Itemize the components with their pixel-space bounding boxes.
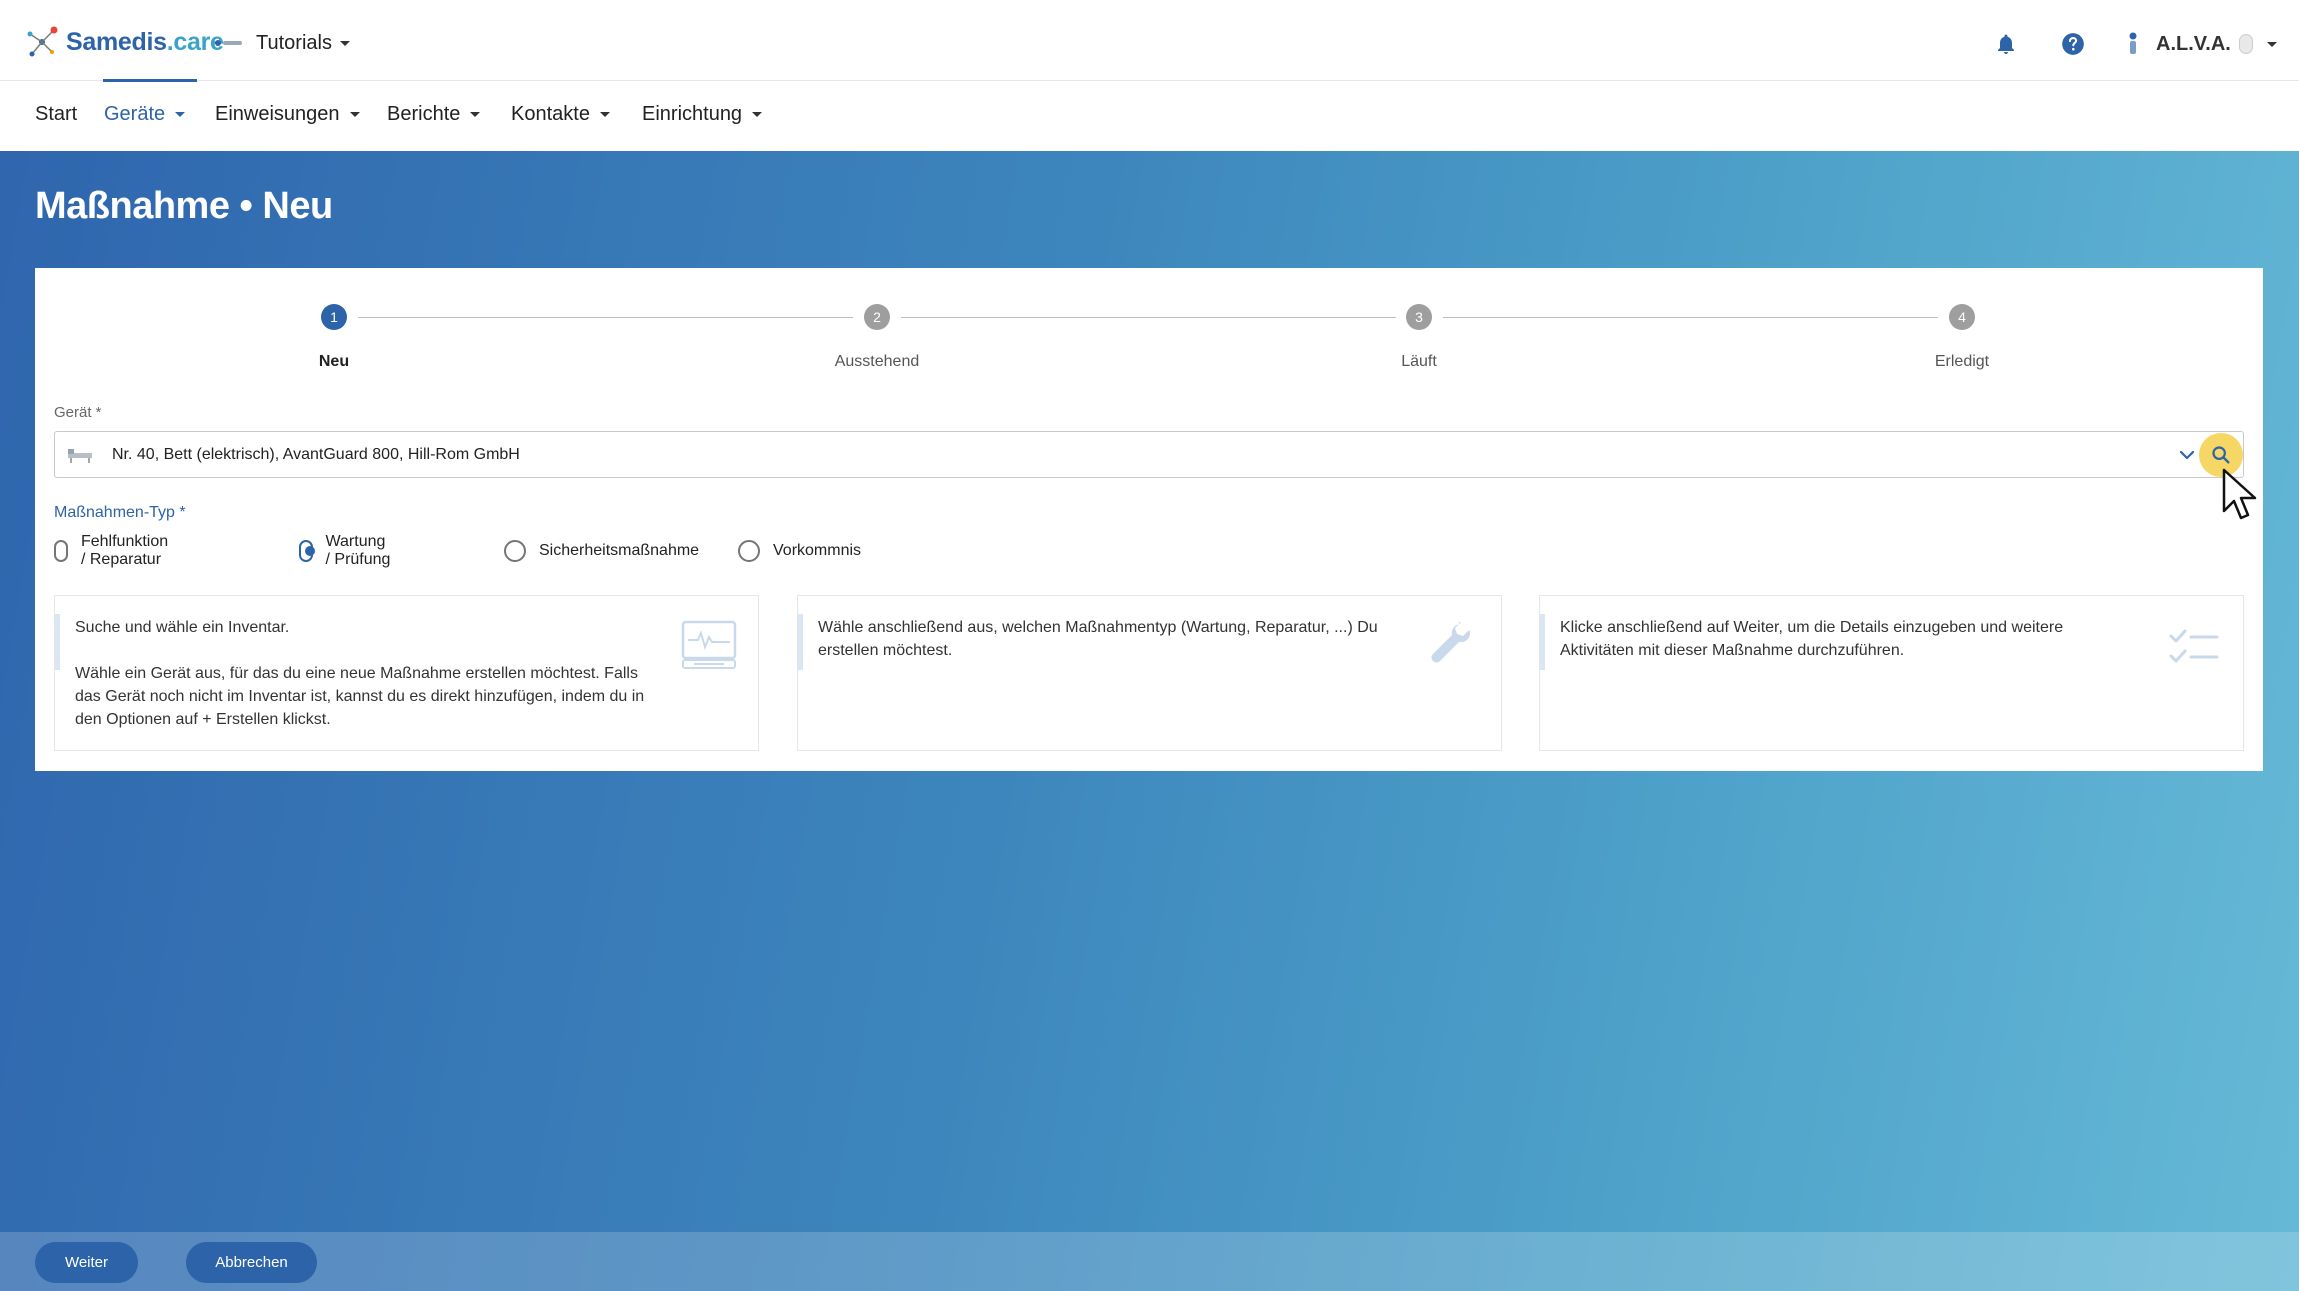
radio-option-vorkommnis[interactable]: Vorkommnis (738, 536, 861, 566)
bell-icon (1998, 34, 2014, 54)
tenant-selector[interactable]: Tutorials (214, 26, 350, 60)
monitor-icon (681, 620, 737, 669)
radio-option-wartung[interactable]: Wartung / Prüfung (299, 533, 394, 568)
device-select[interactable]: Nr. 40, Bett (elektrisch), AvantGuard 80… (54, 431, 2244, 478)
step-number: 4 (1949, 304, 1975, 330)
radio-label: Sicherheitsmaßnahme (539, 542, 700, 559)
info-paragraph: Wähle anschließend aus, welchen Maßnahme… (818, 619, 1378, 659)
chevron-down-icon (175, 112, 186, 117)
info-paragraph: Suche und wähle ein Inventar. (75, 619, 290, 636)
app-logo[interactable]: Samedis.care (24, 22, 224, 62)
info-paragraph: Klicke anschließend auf Weiter, um die D… (1560, 619, 2064, 659)
step-number: 1 (321, 304, 347, 330)
chevron-down-icon (599, 112, 610, 117)
radio-button[interactable] (299, 540, 315, 562)
nav-item-start[interactable]: Start (35, 103, 77, 126)
notifications-button[interactable] (1984, 22, 2028, 66)
stepper: 1 Neu 2 Ausstehend 3 Läuft 4 Erledigt (35, 286, 2263, 370)
nav-item-berichte[interactable]: Berichte (387, 103, 481, 126)
info-text: Wähle anschließend aus, welchen Maßnahme… (818, 616, 1398, 662)
next-button[interactable]: Weiter (35, 1242, 138, 1283)
device-field-label: Gerät * (54, 404, 102, 421)
device-value: Nr. 40, Bett (elektrisch), AvantGuard 80… (112, 445, 520, 463)
radio-option-fehlfunktion[interactable]: Fehlfunktion / Reparatur (54, 533, 176, 568)
help-button[interactable] (2051, 22, 2095, 66)
step-label: Erledigt (1934, 353, 1990, 370)
radio-option-sicherheitsmassnahme[interactable]: Sicherheitsmaßnahme (504, 536, 699, 566)
nav-item-einweisungen[interactable]: Einweisungen (215, 103, 360, 126)
wrench-icon (1431, 622, 1470, 663)
radio-label: Vorkommnis (773, 542, 862, 559)
nav-label: Start (35, 103, 78, 125)
step-number: 3 (1406, 304, 1432, 330)
radio-button[interactable] (738, 540, 760, 562)
nav-label: Kontakte (511, 103, 590, 125)
chevron-down-icon (2266, 41, 2277, 47)
tenant-logo-icon (215, 40, 242, 46)
info-box-search: Suche und wähle ein Inventar. Wähle ein … (54, 595, 759, 751)
chevron-down-icon (339, 40, 350, 46)
chevron-down-icon (470, 112, 481, 117)
nav-item-kontakte[interactable]: Kontakte (511, 103, 610, 126)
user-badge (2238, 34, 2253, 54)
main-nav: Start Geräte Einweisungen Berichte Konta… (0, 81, 2299, 151)
nav-item-geraete[interactable]: Geräte (104, 103, 186, 126)
radio-label: Fehlfunktion / Reparatur (80, 533, 169, 568)
nav-item-einrichtung[interactable]: Einrichtung (642, 103, 763, 126)
nav-label: Einweisungen (215, 103, 340, 125)
radio-label: Wartung / Prüfung (325, 533, 391, 568)
info-paragraph: Wähle ein Gerät aus, für das du eine neu… (75, 665, 645, 728)
help-icon (2062, 33, 2084, 55)
search-icon (2212, 446, 2230, 464)
nav-label: Geräte (104, 103, 166, 125)
info-accent-bar (1540, 614, 1545, 670)
chevron-down-icon (349, 112, 360, 117)
info-text: Suche und wähle ein Inventar. Wähle ein … (75, 616, 655, 731)
info-accent-bar (798, 614, 803, 670)
step-label: Neu (318, 353, 350, 370)
search-button[interactable] (2199, 433, 2243, 477)
user-avatar-icon (2129, 32, 2137, 54)
logo-text: Samedis.care (66, 27, 224, 56)
action-bar: Weiter Abbrechen (0, 1232, 2299, 1291)
tenant-name: Tutorials (256, 31, 332, 54)
radio-button[interactable] (504, 540, 526, 562)
step-number: 2 (864, 304, 890, 330)
nav-active-indicator (103, 79, 197, 82)
info-box-type: Wähle anschließend aus, welchen Maßnahme… (797, 595, 1502, 751)
cancel-button[interactable]: Abbrechen (186, 1242, 317, 1283)
logo-mark-icon (27, 26, 58, 57)
top-header: Samedis.care Tutorials A.L.V.A. (0, 0, 2299, 81)
step-label: Ausstehend (834, 353, 920, 370)
type-field-label: Maßnahmen-Typ * (54, 504, 186, 521)
bed-thumbnail-icon (68, 448, 92, 463)
step-connector (901, 317, 1396, 318)
info-text: Klicke anschließend auf Weiter, um die D… (1560, 616, 2140, 662)
user-menu[interactable]: A.L.V.A. (2122, 26, 2277, 62)
step-connector (358, 317, 853, 318)
radio-button[interactable] (54, 540, 68, 562)
nav-label: Berichte (387, 103, 461, 125)
form-card: 1 Neu 2 Ausstehend 3 Läuft 4 Erledigt Ge… (35, 268, 2263, 771)
checklist-icon (2169, 629, 2219, 663)
page-title: Maßnahme • Neu (35, 185, 333, 227)
step-label: Läuft (1401, 353, 1437, 370)
user-name: A.L.V.A. (2156, 32, 2231, 55)
chevron-down-icon (752, 112, 763, 117)
nav-label: Einrichtung (642, 103, 743, 125)
chevron-down-icon[interactable] (2177, 445, 2197, 465)
step-connector (1443, 317, 1938, 318)
info-box-next: Klicke anschließend auf Weiter, um die D… (1539, 595, 2244, 751)
info-accent-bar (55, 614, 60, 670)
